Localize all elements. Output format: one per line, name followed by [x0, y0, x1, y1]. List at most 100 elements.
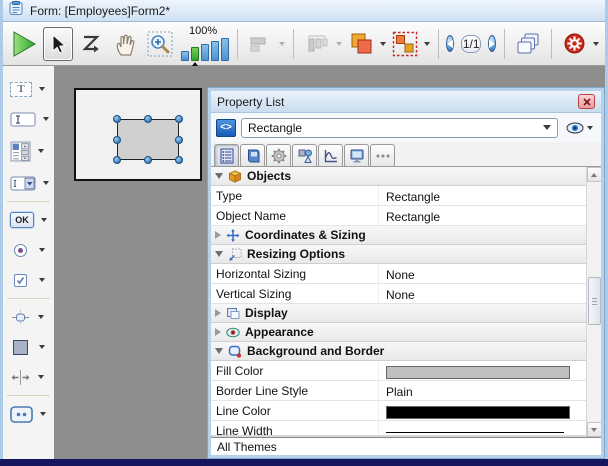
radio-tool-dropdown-arrow[interactable]: [39, 248, 45, 252]
close-icon: [583, 98, 591, 106]
section-display[interactable]: Display: [211, 304, 586, 323]
expand-triangle-icon[interactable]: [215, 309, 221, 317]
plugin-area-tool[interactable]: [3, 399, 54, 429]
property-value[interactable]: Rectangle: [379, 206, 586, 225]
property-value[interactable]: [379, 421, 586, 437]
slider-tool-dropdown-arrow[interactable]: [38, 315, 44, 319]
expand-triangle-icon[interactable]: [215, 328, 221, 336]
zoom-tool-button[interactable]: [145, 27, 175, 61]
selection-handle-sw[interactable]: [113, 156, 121, 164]
tab-monitor[interactable]: [344, 144, 369, 166]
tab-gear[interactable]: [266, 144, 291, 166]
property-value[interactable]: Plain: [379, 381, 586, 400]
down-arrow-icon: [591, 428, 597, 432]
button-tool[interactable]: OK: [3, 205, 54, 235]
collapse-triangle-icon[interactable]: [215, 173, 223, 179]
window-titlebar[interactable]: Form: [Employees]Form2*: [0, 0, 608, 22]
visible-properties-button[interactable]: [563, 122, 596, 134]
collapse-triangle-icon[interactable]: [215, 348, 223, 354]
listbox-tool-dropdown-arrow[interactable]: [38, 149, 44, 153]
text-tool[interactable]: T: [3, 74, 54, 104]
tab-more[interactable]: [370, 144, 395, 166]
splitter-tool[interactable]: [3, 362, 54, 392]
rectangle-object-selected[interactable]: [117, 119, 179, 160]
combobox-tool[interactable]: [3, 168, 54, 198]
selection-handle-nw[interactable]: [113, 115, 121, 123]
section-background-border[interactable]: Background and Border: [211, 342, 586, 361]
selection-handle-e[interactable]: [175, 136, 183, 144]
execute-form-button[interactable]: [9, 27, 39, 61]
line-color-swatch[interactable]: [386, 406, 570, 419]
button-tool-dropdown-arrow[interactable]: [41, 218, 47, 222]
combobox-tool-dropdown-arrow[interactable]: [43, 181, 49, 185]
move-level-button[interactable]: [346, 27, 376, 61]
window-bottom-border: [0, 459, 608, 466]
input-tool[interactable]: [3, 104, 54, 134]
zoom-bar-100-selected[interactable]: [191, 47, 199, 61]
left-arrow-icon: [447, 40, 453, 48]
group-dropdown-arrow[interactable]: [424, 42, 430, 46]
previous-page-button[interactable]: [446, 35, 454, 52]
next-page-button[interactable]: [488, 35, 496, 52]
zoom-bar-400[interactable]: [211, 41, 219, 61]
checkbox-tool-dropdown-arrow[interactable]: [39, 278, 45, 282]
pointer-tool-button[interactable]: [43, 27, 73, 61]
group-button[interactable]: [390, 27, 420, 61]
property-list-titlebar[interactable]: Property List: [211, 91, 601, 113]
checkbox-tool[interactable]: [3, 265, 54, 295]
zoom-bar-50[interactable]: [181, 51, 189, 61]
close-button[interactable]: [578, 94, 595, 109]
section-appearance[interactable]: Appearance: [211, 323, 586, 342]
form-editor-window: Form: [Employees]Form2* 100%: [0, 0, 608, 466]
move-level-dropdown-arrow[interactable]: [380, 42, 386, 46]
scrollbar-thumb[interactable]: [588, 277, 601, 325]
magnifier-icon: [147, 31, 173, 57]
selection-handle-s[interactable]: [144, 156, 152, 164]
zoom-bars[interactable]: [181, 37, 229, 61]
property-value[interactable]: [379, 361, 586, 380]
text-tool-dropdown-arrow[interactable]: [39, 87, 45, 91]
zoom-level-control[interactable]: 100%: [181, 26, 229, 61]
rectangle-tool-dropdown-arrow[interactable]: [39, 345, 45, 349]
tab-chart[interactable]: [318, 144, 343, 166]
section-resizing-options[interactable]: Resizing Options: [211, 245, 586, 264]
tab-list[interactable]: [214, 144, 239, 166]
settings-dropdown-arrow[interactable]: [593, 42, 599, 46]
themes-footer[interactable]: All Themes: [211, 437, 601, 455]
section-objects[interactable]: Objects: [211, 167, 586, 186]
slider-tool[interactable]: [3, 302, 54, 332]
expand-triangle-icon[interactable]: [215, 231, 221, 239]
zoom-bar-200[interactable]: [201, 44, 209, 61]
section-coordinates-sizing[interactable]: Coordinates & Sizing: [211, 226, 586, 245]
entry-order-tool-button[interactable]: [77, 27, 107, 61]
zoom-bar-800[interactable]: [221, 38, 229, 61]
property-value[interactable]: Rectangle: [379, 186, 586, 205]
property-value[interactable]: None: [379, 264, 586, 283]
rectangle-tool[interactable]: [3, 332, 54, 362]
manage-pages-button[interactable]: [513, 27, 543, 61]
selection-handle-ne[interactable]: [175, 115, 183, 123]
selection-handle-n[interactable]: [144, 115, 152, 123]
tab-shapes[interactable]: [292, 144, 317, 166]
line-width-sample[interactable]: [386, 432, 564, 433]
object-selector-dropdown[interactable]: Rectangle: [241, 118, 558, 138]
scrollbar[interactable]: [586, 167, 601, 437]
scroll-down-button[interactable]: [587, 422, 602, 437]
form-page-area[interactable]: [74, 88, 202, 181]
splitter-tool-dropdown-arrow[interactable]: [38, 375, 44, 379]
hand-tool-button[interactable]: [111, 27, 141, 61]
settings-button[interactable]: [559, 27, 589, 61]
property-value[interactable]: [379, 401, 586, 420]
fill-color-swatch[interactable]: [386, 366, 570, 379]
selection-handle-w[interactable]: [113, 136, 121, 144]
plugin-tool-dropdown-arrow[interactable]: [40, 412, 46, 416]
input-tool-dropdown-arrow[interactable]: [43, 117, 49, 121]
property-tabs: [211, 142, 601, 167]
scroll-up-button[interactable]: [587, 167, 602, 182]
listbox-tool[interactable]: [3, 134, 54, 168]
collapse-triangle-icon[interactable]: [215, 251, 223, 257]
radio-button-tool[interactable]: [3, 235, 54, 265]
selection-handle-se[interactable]: [175, 156, 183, 164]
tab-book[interactable]: [240, 144, 265, 166]
property-value[interactable]: None: [379, 284, 586, 303]
